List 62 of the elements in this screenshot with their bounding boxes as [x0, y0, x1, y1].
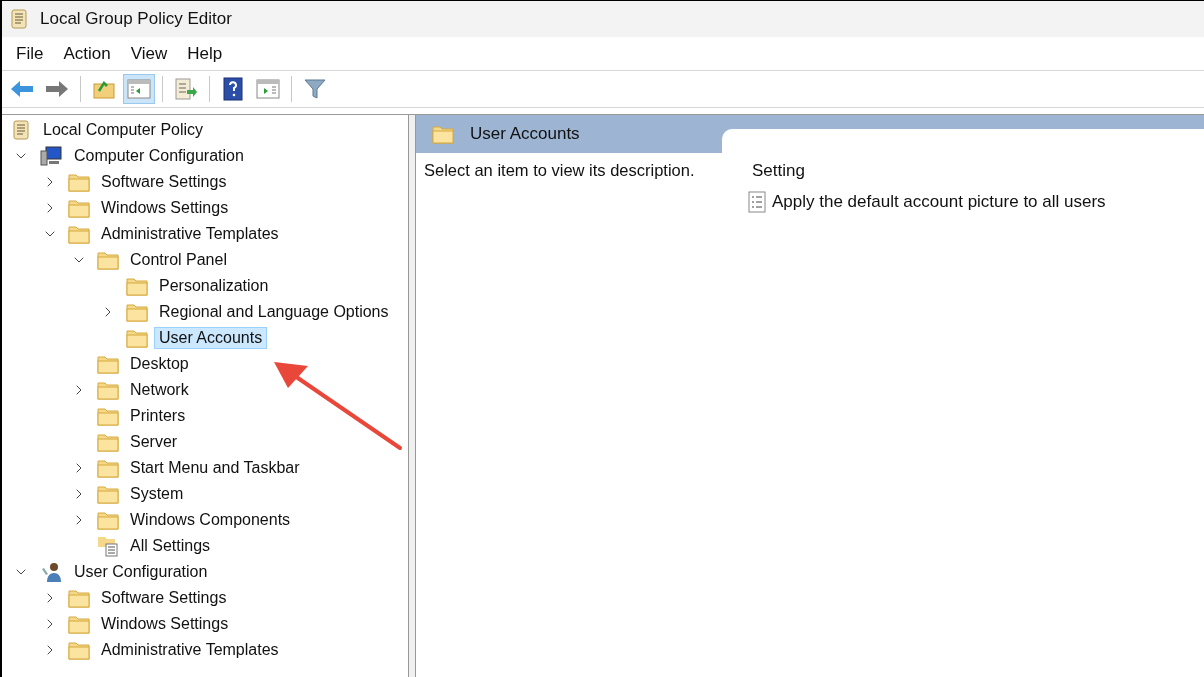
folder-icon [68, 224, 90, 244]
folder-icon [126, 328, 148, 348]
folder-icon [97, 406, 119, 426]
menu-item[interactable]: Help [179, 39, 231, 68]
tree-item[interactable]: Computer Configuration [69, 145, 249, 167]
folder-icon [126, 276, 148, 296]
action-pane-icon [256, 79, 280, 99]
filter-icon [304, 78, 326, 100]
scroll-icon [8, 8, 30, 30]
folder-icon [97, 510, 119, 530]
tree-item[interactable]: Software Settings [96, 587, 232, 609]
back-arrow-icon [10, 80, 34, 98]
folder-icon [97, 354, 119, 374]
pane-title: User Accounts [470, 124, 580, 144]
tree-item[interactable]: Server [125, 431, 183, 453]
tree-item[interactable]: Regional and Language Options [154, 301, 394, 323]
tree-item[interactable]: Windows Settings [96, 197, 234, 219]
menu-item[interactable]: Action [55, 39, 119, 68]
folder-icon [97, 484, 119, 504]
tree-item[interactable]: All Settings [125, 535, 216, 557]
folder-icon [97, 250, 119, 270]
folder-icon [97, 380, 119, 400]
user-icon [39, 561, 63, 583]
folder-icon [97, 432, 119, 452]
tree-item[interactable]: Windows Settings [96, 613, 234, 635]
folder-icon [97, 458, 119, 478]
policy-setting-icon [748, 191, 766, 213]
column-header[interactable]: Setting [744, 161, 1106, 191]
folder-icon [432, 124, 454, 144]
folder-up-icon [93, 79, 115, 99]
folder-icon [68, 172, 90, 192]
tree-item[interactable]: Control Panel [125, 249, 232, 271]
folder-icon [126, 302, 148, 322]
tree-item[interactable]: Network [125, 379, 194, 401]
window-title: Local Group Policy Editor [40, 9, 232, 29]
folder-icon [68, 588, 90, 608]
tree-item[interactable]: Administrative Templates [96, 639, 284, 661]
tree-item[interactable]: Desktop [125, 353, 194, 375]
tree-item[interactable]: Windows Components [125, 509, 296, 531]
tree-item[interactable]: User Configuration [69, 561, 213, 583]
computer-icon [39, 145, 63, 167]
folder-icon [68, 198, 90, 218]
forward-arrow-icon [45, 80, 69, 98]
menu-item[interactable]: File [8, 39, 52, 68]
tree-pane-icon [127, 79, 151, 99]
scroll-icon [10, 119, 32, 141]
tree-item[interactable]: Software Settings [96, 171, 232, 193]
tree-item[interactable]: User Accounts [154, 327, 268, 349]
setting-item[interactable]: Apply the default account picture to all users [772, 192, 1106, 212]
description-text: Select an item to view its description. [423, 161, 696, 181]
tree-item[interactable]: Administrative Templates [96, 223, 284, 245]
tree-item[interactable]: Local Computer Policy [38, 119, 209, 141]
help-icon [223, 77, 243, 101]
tree-item[interactable]: Personalization [154, 275, 274, 297]
folder-icon [68, 614, 90, 634]
folder-icon [68, 640, 90, 660]
tree-item[interactable]: Printers [125, 405, 191, 427]
tree-item[interactable]: Start Menu and Taskbar [125, 457, 305, 479]
settings-list-icon [97, 535, 119, 557]
tree-item[interactable]: System [125, 483, 189, 505]
export-list-icon [174, 78, 198, 100]
menu-item[interactable]: View [122, 39, 176, 68]
